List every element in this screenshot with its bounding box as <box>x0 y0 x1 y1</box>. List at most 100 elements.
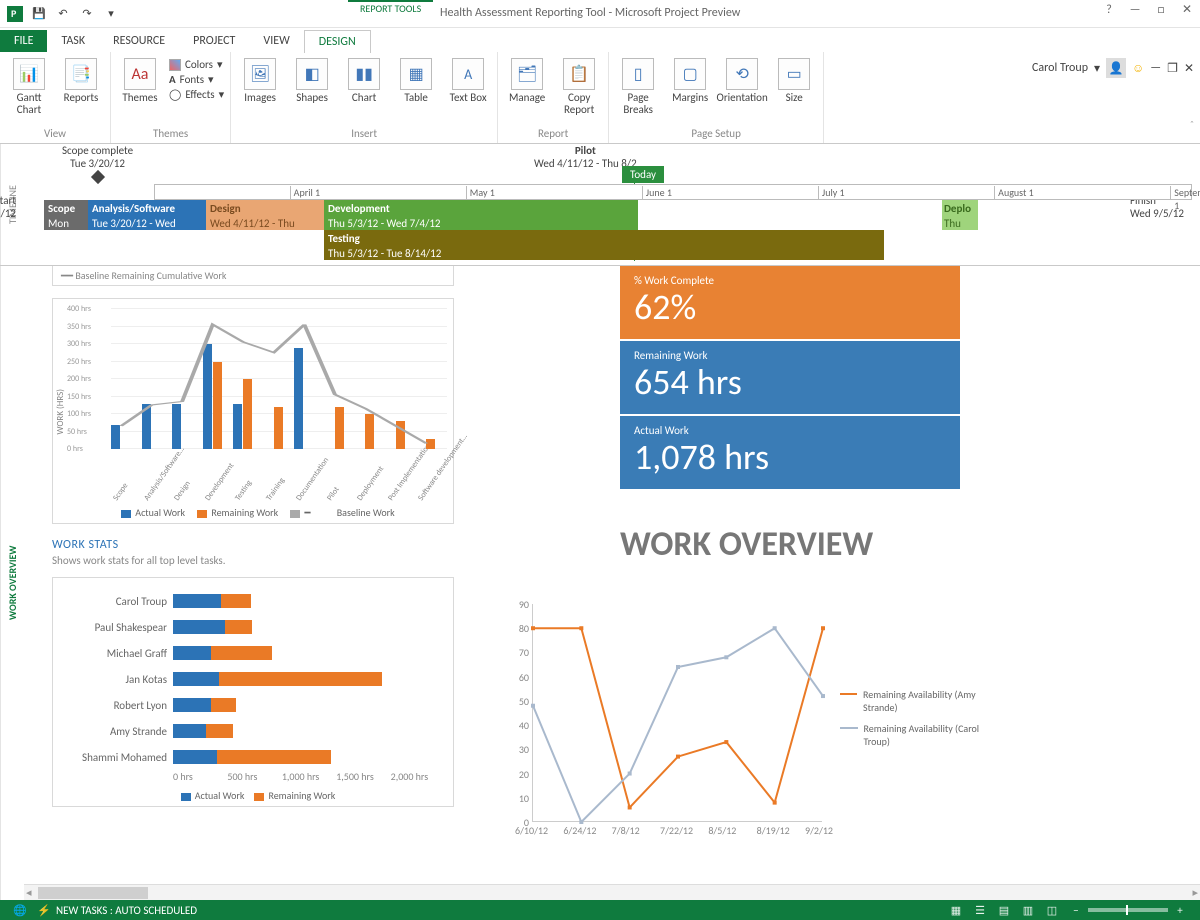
redo-icon[interactable]: ↷ <box>76 3 98 25</box>
qat-dropdown-icon[interactable]: ▾ <box>100 3 122 25</box>
new-tasks-mode[interactable]: NEW TASKS : AUTO SCHEDULED <box>56 904 197 917</box>
table-button[interactable]: ▦Table <box>393 56 439 104</box>
zoom-in-icon[interactable]: + <box>1168 904 1192 917</box>
tab-task[interactable]: TASK <box>47 30 99 52</box>
summary-tiles: % Work Complete62% Remaining Work654 hrs… <box>620 266 960 491</box>
contextual-tab-label: REPORT TOOLS <box>348 0 433 17</box>
window-controls: ? — □ ✕ <box>1100 2 1196 17</box>
doc-restore-icon[interactable]: ❐ <box>1167 61 1178 76</box>
images-button[interactable]: 🖼Images <box>237 56 283 104</box>
work-stats-subtitle: Shows work stats for all top level tasks… <box>52 554 1182 567</box>
reports-button[interactable]: 📑Reports <box>58 56 104 104</box>
manage-button[interactable]: 🗂Manage <box>504 56 550 104</box>
table-icon: ▦ <box>400 58 432 90</box>
size-button[interactable]: ▭Size <box>771 56 817 104</box>
margins-button[interactable]: ▢Margins <box>667 56 713 104</box>
collapse-ribbon-icon[interactable]: ˆ <box>1190 118 1194 131</box>
bar-development[interactable]: DevelopmentThu 5/3/12 - Wed 7/4/12 <box>324 200 638 230</box>
page-breaks-button[interactable]: ▯Page Breaks <box>615 56 661 116</box>
minimize-icon[interactable]: — <box>1126 3 1144 17</box>
view-shortcut-5[interactable]: ◫ <box>1040 904 1064 917</box>
textbox-icon: A <box>452 58 484 90</box>
shapes-button[interactable]: ◧Shapes <box>289 56 335 104</box>
today-marker: Today <box>622 166 664 183</box>
group-label-report: Report <box>504 127 602 141</box>
close-icon[interactable]: ✕ <box>1178 2 1196 17</box>
report-canvas[interactable]: ━━ Baseline Remaining Cumulative Work WO… <box>24 266 1200 900</box>
help-icon[interactable]: ? <box>1100 3 1118 17</box>
zoom-slider[interactable] <box>1088 908 1168 912</box>
reports-icon: 📑 <box>65 58 97 90</box>
images-icon: 🖼 <box>244 58 276 90</box>
tile-pct-complete[interactable]: % Work Complete62% <box>620 266 960 339</box>
chart-plot-area: 0 hrs50 hrs100 hrs150 hrs200 hrs250 hrs3… <box>111 307 447 449</box>
zoom-out-icon[interactable]: − <box>1064 904 1088 917</box>
avatar-icon[interactable]: 👤 <box>1106 58 1126 78</box>
bar-analysis[interactable]: Analysis/SoftwareTue 3/20/12 - Wed <box>88 200 206 230</box>
doc-close-icon[interactable]: ✕ <box>1184 61 1194 76</box>
ribbon-minimize-icon[interactable]: — <box>1150 61 1161 75</box>
work-stats-chart[interactable]: WORK (HRS) 0 hrs50 hrs100 hrs150 hrs200 … <box>52 298 454 524</box>
bar-testing[interactable]: TestingThu 5/3/12 - Tue 8/14/12 <box>324 230 884 260</box>
view-shortcut-2[interactable]: ☰ <box>968 904 992 917</box>
group-label-themes: Themes <box>117 127 224 141</box>
work-overview-heading: WORK OVERVIEW <box>620 524 873 565</box>
ribbon-tabs: FILE TASK RESOURCE PROJECT VIEW DESIGN C… <box>0 28 1200 52</box>
diamond-icon <box>90 170 104 184</box>
group-label-insert: Insert <box>237 127 491 141</box>
orientation-button[interactable]: ⟲Orientation <box>719 56 765 104</box>
quick-access-toolbar: 💾 ↶ ↷ ▾ <box>4 3 122 25</box>
save-icon[interactable]: 💾 <box>28 3 50 25</box>
tile-remaining-work[interactable]: Remaining Work654 hrs <box>620 341 960 414</box>
copy-icon: 📋 <box>563 58 595 90</box>
ribbon: 📊Gantt Chart 📑Reports View AaThemes Colo… <box>0 52 1200 144</box>
line-plot-area: 01020304050607080906/10/126/24/127/8/127… <box>532 604 822 822</box>
group-themes: AaThemes Colors ▾ A Fonts ▾ ◯ Effects ▾ … <box>111 52 231 143</box>
bar-deploy[interactable]: DeploThu <box>942 200 978 230</box>
view-shortcut-4[interactable]: ▥ <box>1016 904 1040 917</box>
tab-project[interactable]: PROJECT <box>179 30 249 52</box>
globe-icon[interactable]: 🌐 <box>8 904 32 917</box>
tile-actual-work[interactable]: Actual Work1,078 hrs <box>620 416 960 489</box>
group-label-page-setup: Page Setup <box>615 127 817 141</box>
tab-resource[interactable]: RESOURCE <box>99 30 179 52</box>
availability-line-chart[interactable]: 01020304050607080906/10/126/24/127/8/127… <box>494 598 994 858</box>
chart-legend: Actual Work Remaining Work ━ Baseline Wo… <box>53 506 453 519</box>
start-label: StartMon 3/12/12 <box>0 194 16 220</box>
effects-button[interactable]: ◯ Effects ▾ <box>169 88 224 101</box>
app-icon <box>4 3 26 25</box>
undo-icon[interactable]: ↶ <box>52 3 74 25</box>
tab-file[interactable]: FILE <box>0 30 47 52</box>
tab-design[interactable]: DESIGN <box>304 30 371 53</box>
smiley-icon[interactable]: ☺ <box>1132 61 1144 76</box>
copy-report-button[interactable]: 📋Copy Report <box>556 56 602 116</box>
view-shortcut-3[interactable]: ▤ <box>992 904 1016 917</box>
page-breaks-icon: ▯ <box>622 58 654 90</box>
document-title: Health Assessment Reporting Tool - Micro… <box>440 6 740 20</box>
fonts-button[interactable]: A Fonts ▾ <box>169 73 224 86</box>
timeline-body[interactable]: Scope completeTue 3/20/12 PilotWed 4/11/… <box>24 144 1200 265</box>
user-name[interactable]: Carol Troup <box>1032 61 1088 75</box>
bar-design[interactable]: DesignWed 4/11/12 - Thu <box>206 200 324 230</box>
colors-button[interactable]: Colors ▾ <box>169 58 224 71</box>
chart-button[interactable]: ▮▮Chart <box>341 56 387 104</box>
line-chart-legend: Remaining Availability (Amy Strande) Rem… <box>840 688 990 756</box>
gantt-chart-button[interactable]: 📊Gantt Chart <box>6 56 52 116</box>
new-tasks-icon[interactable]: ⚡ <box>32 904 56 917</box>
resource-work-chart[interactable]: Carol TroupPaul ShakespearMichael GraffJ… <box>52 577 454 807</box>
maximize-icon[interactable]: □ <box>1152 3 1170 17</box>
margins-icon: ▢ <box>674 58 706 90</box>
manage-icon: 🗂 <box>511 58 543 90</box>
textbox-button[interactable]: AText Box <box>445 56 491 104</box>
group-insert: 🖼Images ◧Shapes ▮▮Chart ▦Table AText Box… <box>231 52 498 143</box>
title-bar: 💾 ↶ ↷ ▾ REPORT TOOLS Health Assessment R… <box>0 0 1200 28</box>
bar-scope[interactable]: ScopeMon <box>44 200 88 230</box>
horizontal-scrollbar[interactable]: ◂▸ <box>24 884 1200 900</box>
user-menu-icon[interactable]: ▾ <box>1094 61 1100 76</box>
work-stats-title: WORK STATS <box>52 538 1182 552</box>
tab-view[interactable]: VIEW <box>249 30 303 52</box>
report-side-label: WORK OVERVIEW <box>0 266 24 900</box>
group-view: 📊Gantt Chart 📑Reports View <box>0 52 111 143</box>
view-shortcut-1[interactable]: ▦ <box>944 904 968 917</box>
themes-button[interactable]: AaThemes <box>117 56 163 104</box>
